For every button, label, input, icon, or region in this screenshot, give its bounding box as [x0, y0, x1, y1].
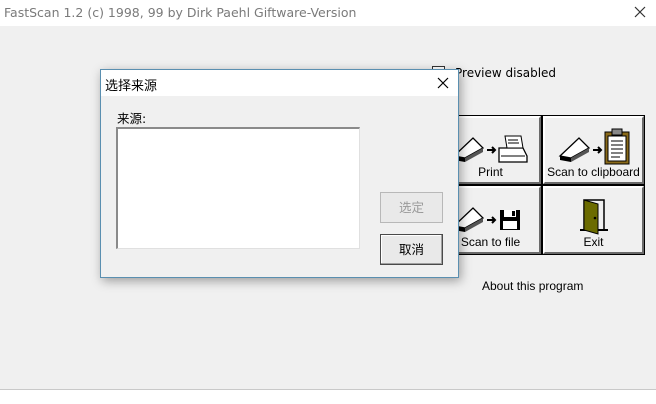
cancel-button[interactable]: 取消: [380, 234, 443, 265]
scan-to-clipboard-label: Scan to clipboard: [547, 165, 640, 179]
main-titlebar: FastScan 1.2 (c) 1998, 99 by Dirk Paehl …: [0, 0, 656, 26]
exit-button[interactable]: Exit: [542, 185, 645, 255]
exit-label: Exit: [583, 235, 604, 249]
dialog-close-icon[interactable]: [437, 77, 449, 89]
preview-label: Preview disabled: [455, 66, 557, 80]
dialog-title: 选择来源: [105, 79, 158, 94]
bottom-strip: [0, 390, 656, 404]
source-label: 来源:: [117, 111, 147, 126]
select-button[interactable]: 选定: [380, 192, 443, 223]
select-source-dialog: 选择来源 来源: 选定 取消: [100, 69, 459, 278]
main-title: FastScan 1.2 (c) 1998, 99 by Dirk Paehl …: [4, 5, 357, 20]
door-exit-icon: [579, 199, 608, 235]
source-listbox[interactable]: [116, 127, 360, 249]
about-program-link[interactable]: About this program: [482, 279, 583, 293]
scan-to-clipboard-button[interactable]: Scan to clipboard: [542, 115, 645, 185]
dialog-titlebar: 选择来源: [101, 70, 458, 96]
scanner-to-disk-icon: [452, 207, 520, 232]
scanner-to-printer-icon: [452, 135, 528, 163]
main-close-icon[interactable]: [634, 6, 646, 18]
scanner-to-clipboard-icon: [558, 128, 629, 165]
